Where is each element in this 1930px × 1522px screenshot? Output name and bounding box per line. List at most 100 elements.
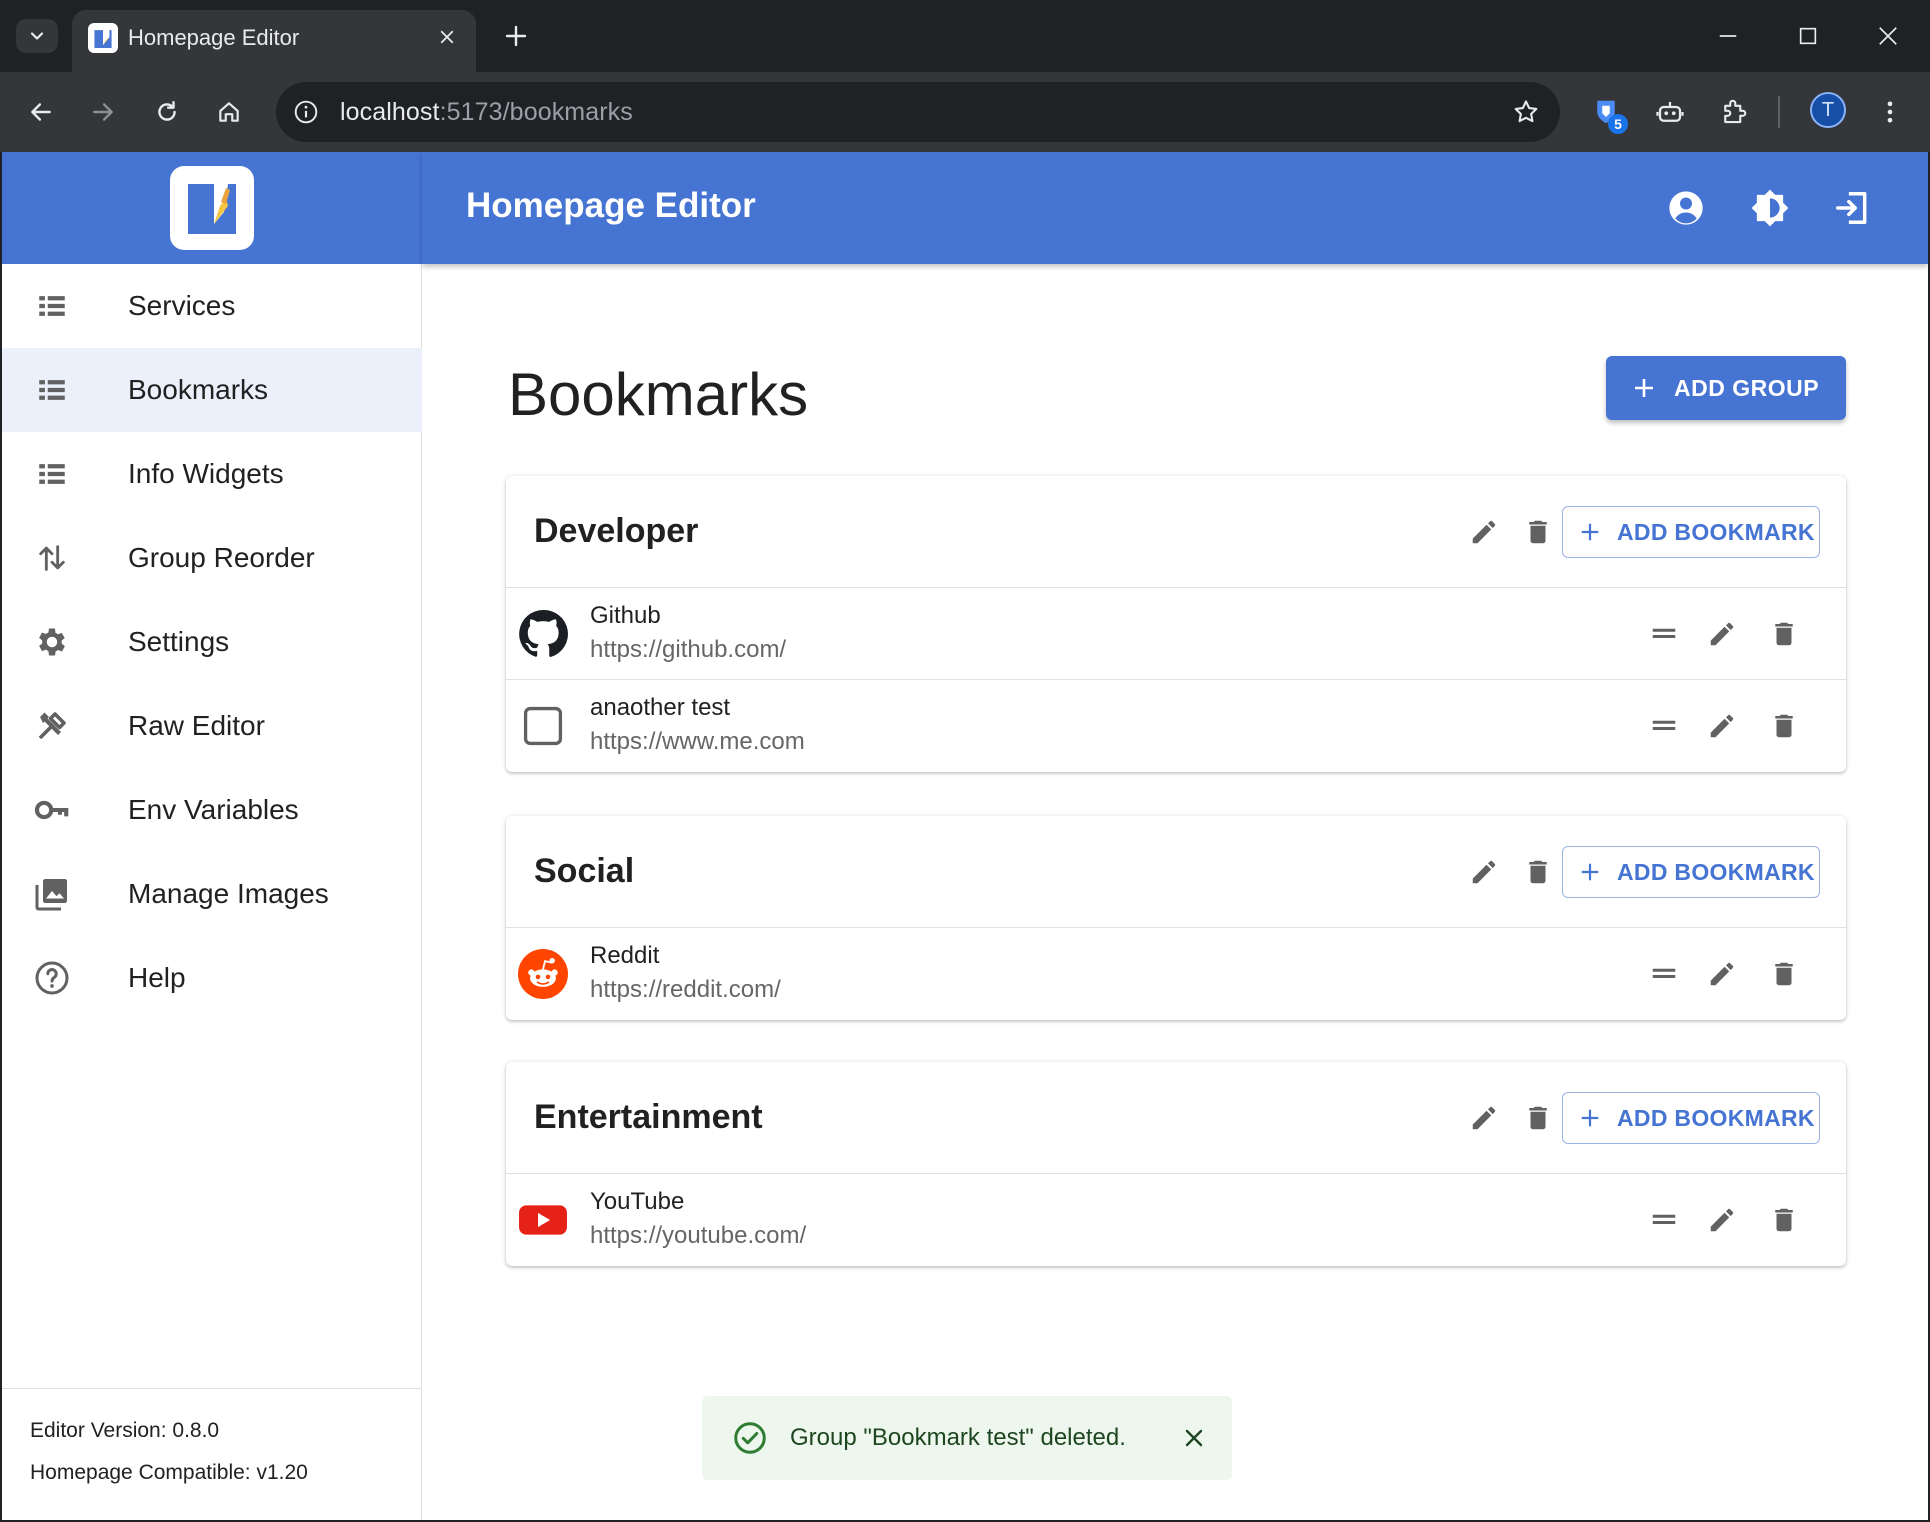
close-icon <box>1879 27 1897 45</box>
app-header: Homepage Editor <box>422 152 1928 264</box>
bookmark-url: https://www.me.com <box>590 728 805 755</box>
site-info-icon[interactable] <box>290 96 322 128</box>
tab-title: Homepage Editor <box>128 25 300 50</box>
chevron-down-icon <box>30 32 44 40</box>
sidebar-logo-area <box>2 152 422 264</box>
edit-bookmark-pencil-icon[interactable] <box>1704 956 1740 992</box>
delete-group-trash-icon[interactable] <box>1520 854 1556 890</box>
logout-button[interactable] <box>1826 182 1878 234</box>
edit-bookmark-pencil-icon[interactable] <box>1704 708 1740 744</box>
editor-version: Editor Version: 0.8.0 <box>30 1419 220 1442</box>
drag-handle-icon[interactable] <box>1646 616 1682 652</box>
url-host: localhost <box>340 98 440 126</box>
snackbar-message: Group "Bookmark test" deleted. <box>790 1424 1126 1451</box>
theme-toggle-button[interactable] <box>1744 182 1796 234</box>
sidebar-item-help[interactable]: Help <box>2 936 422 1020</box>
delete-bookmark-trash-icon[interactable] <box>1766 956 1802 992</box>
profile-avatar[interactable]: T <box>1810 92 1846 128</box>
forward-button[interactable] <box>82 91 124 133</box>
extension-robot-button[interactable] <box>1648 90 1692 134</box>
homepage-compatible: Homepage Compatible: v1.20 <box>30 1461 308 1484</box>
group-header: Entertainment ADD BOOKMARK <box>506 1062 1846 1174</box>
bookmark-row[interactable]: YouTube https://youtube.com/ <box>506 1174 1846 1266</box>
homepage-editor-favicon <box>88 23 118 53</box>
sidebar-item-raw-editor[interactable]: Raw Editor <box>2 684 422 768</box>
app-title: Homepage Editor <box>466 186 756 225</box>
brightness-icon <box>1751 189 1789 227</box>
browser-toolbar: localhost:5173/bookmarks 5 T <box>0 72 1930 152</box>
reddit-icon <box>518 949 568 999</box>
delete-group-trash-icon[interactable] <box>1520 1100 1556 1136</box>
sidebar-item-label: Env Variables <box>128 794 299 825</box>
delete-group-trash-icon[interactable] <box>1520 514 1556 550</box>
delete-bookmark-trash-icon[interactable] <box>1766 708 1802 744</box>
group-header: Social ADD BOOKMARK <box>506 816 1846 928</box>
edit-bookmark-pencil-icon[interactable] <box>1704 616 1740 652</box>
extensions-menu-button[interactable] <box>1712 90 1756 134</box>
reload-button[interactable] <box>146 91 188 133</box>
bookmark-url: https://youtube.com/ <box>590 1222 807 1249</box>
bookmark-name: YouTube <box>590 1188 685 1215</box>
drag-handle-icon[interactable] <box>1646 708 1682 744</box>
back-button[interactable] <box>20 91 62 133</box>
account-button[interactable] <box>1660 182 1712 234</box>
delete-bookmark-trash-icon[interactable] <box>1766 616 1802 652</box>
sidebar-item-info-widgets[interactable]: Info Widgets <box>2 432 422 516</box>
close-window-button[interactable] <box>1868 16 1908 56</box>
url-path: :5173/bookmarks <box>439 98 633 126</box>
sidebar-item-services[interactable]: Services <box>2 264 422 348</box>
edit-group-pencil-icon[interactable] <box>1466 514 1502 550</box>
address-bar[interactable]: localhost:5173/bookmarks <box>276 82 1560 142</box>
drag-handle-icon[interactable] <box>1646 1202 1682 1238</box>
browser-menu-button[interactable] <box>1868 90 1912 134</box>
plus-icon <box>1579 1107 1601 1129</box>
maximize-window-button[interactable] <box>1788 16 1828 56</box>
bookmark-row[interactable]: Github https://github.com/ <box>506 588 1846 680</box>
add-group-button[interactable]: ADD GROUP <box>1606 356 1846 420</box>
add-bookmark-label: ADD BOOKMARK <box>1617 518 1815 545</box>
homepage-logo[interactable] <box>170 166 254 250</box>
extension-shield-button[interactable]: 5 <box>1584 90 1628 134</box>
sidebar-item-group-reorder[interactable]: Group Reorder <box>2 516 422 600</box>
sidebar-item-label: Manage Images <box>128 878 329 909</box>
add-bookmark-button[interactable]: ADD BOOKMARK <box>1562 846 1820 898</box>
toolbar-divider <box>1778 96 1780 128</box>
bookmark-row[interactable]: anaother test https://www.me.com <box>506 680 1846 772</box>
tab-search-button[interactable] <box>16 19 58 53</box>
add-group-label: ADD GROUP <box>1674 374 1820 401</box>
new-tab-button[interactable] <box>498 18 534 54</box>
sidebar-item-manage-images[interactable]: Manage Images <box>2 852 422 936</box>
snackbar-success: Group "Bookmark test" deleted. <box>702 1396 1232 1480</box>
minimize-window-button[interactable] <box>1708 16 1748 56</box>
group-title: Developer <box>534 512 699 550</box>
edit-bookmark-pencil-icon[interactable] <box>1704 1202 1740 1238</box>
bookmark-name: Reddit <box>590 942 660 969</box>
url-text: localhost:5173/bookmarks <box>340 98 633 127</box>
group-title: Social <box>534 852 635 890</box>
bookmark-star-icon[interactable] <box>1508 94 1544 130</box>
sidebar-item-settings[interactable]: Settings <box>2 600 422 684</box>
add-bookmark-button[interactable]: ADD BOOKMARK <box>1562 506 1820 558</box>
bookmark-row[interactable]: Reddit https://reddit.com/ <box>506 928 1846 1020</box>
delete-bookmark-trash-icon[interactable] <box>1766 1202 1802 1238</box>
browser-tab-active[interactable]: Homepage Editor <box>72 10 476 72</box>
page-title: Bookmarks <box>508 361 809 428</box>
close-tab-icon[interactable] <box>432 22 462 52</box>
drag-handle-icon[interactable] <box>1646 956 1682 992</box>
puzzle-icon <box>1724 99 1747 124</box>
edit-group-pencil-icon[interactable] <box>1466 1100 1502 1136</box>
browser-tabstrip: Homepage Editor <box>0 0 1930 72</box>
home-button[interactable] <box>208 91 250 133</box>
key-icon <box>32 790 72 830</box>
images-icon <box>32 874 72 914</box>
list-icon <box>32 454 72 494</box>
sidebar-item-label: Bookmarks <box>128 374 269 405</box>
add-bookmark-button[interactable]: ADD BOOKMARK <box>1562 1092 1820 1144</box>
sidebar-item-bookmarks[interactable]: Bookmarks <box>2 348 422 432</box>
close-icon[interactable] <box>1178 1422 1210 1454</box>
more-vertical-icon <box>1887 101 1893 123</box>
sidebar-item-env-variables[interactable]: Env Variables <box>2 768 422 852</box>
bookmark-name: Github <box>590 602 661 629</box>
edit-group-pencil-icon[interactable] <box>1466 854 1502 890</box>
group-header: Developer ADD BOOKMARK <box>506 476 1846 588</box>
